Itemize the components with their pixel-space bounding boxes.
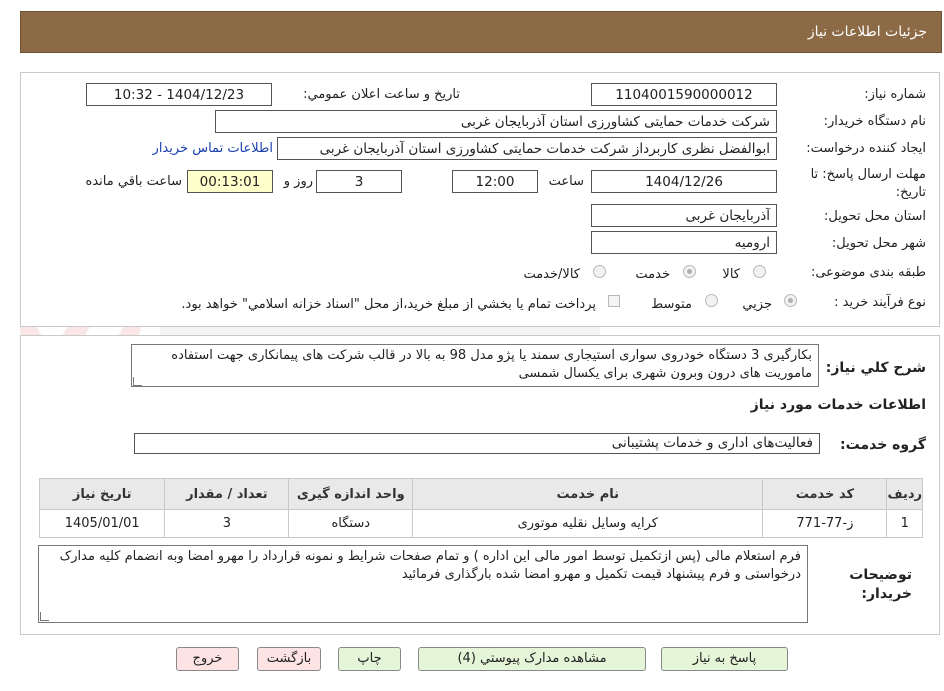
buyer-notes-text: فرم استعلام مالی (پس ازتکمیل توسط امور م… xyxy=(59,549,801,582)
buyer-org-field: شرکت خدمات حمایتی کشاورزی استان آذربایجا… xyxy=(215,110,777,133)
column-header-qty: تعداد / مقدار xyxy=(164,478,290,510)
treasury-payment-note: پرداخت تمام يا بخشي از مبلغ خريد،از محل … xyxy=(181,297,596,312)
category-radio-goods[interactable] xyxy=(753,265,766,278)
cell-unit: دستگاه xyxy=(288,509,414,538)
time-remaining-field: 00:13:01 xyxy=(187,170,273,193)
description-textarea: بکارگیری 3 دستگاه خودروی سواری استیجاری … xyxy=(131,344,819,387)
buyer-org-label: نام دستگاه خريدار: xyxy=(823,114,926,129)
deadline-time-field: 12:00 xyxy=(452,170,538,193)
services-section-title: اطلاعات خدمات مورد نياز xyxy=(750,397,926,413)
column-header-index: رديف xyxy=(886,478,923,510)
treasury-payment-checkbox[interactable] xyxy=(608,295,620,307)
column-header-date: تاريخ نياز xyxy=(38,478,166,510)
province-label: استان محل تحويل: xyxy=(824,209,926,224)
city-label: شهر محل تحويل: xyxy=(831,236,926,251)
process-option-minor: جزيي xyxy=(742,297,772,312)
deadline-time-label: ساعت xyxy=(548,174,584,189)
city-field: ارومیه xyxy=(591,231,777,254)
process-radio-medium[interactable] xyxy=(705,294,718,307)
requester-label: ايجاد کننده درخواست: xyxy=(806,141,926,156)
need-number-field: 1104001590000012 xyxy=(591,83,777,106)
days-label: روز و xyxy=(283,174,313,189)
deadline-date-field: 1404/12/26 xyxy=(591,170,777,193)
buyer-contact-link[interactable]: اطلاعات تماس خريدار xyxy=(153,141,273,156)
description-label: شرح کلي نياز: xyxy=(825,360,926,376)
category-option-service: خدمت xyxy=(635,267,670,282)
category-label: طبقه بندی موضوعی: xyxy=(810,265,926,280)
column-header-unit: واحد اندازه گيری xyxy=(288,478,414,510)
category-option-goods-service: کالا/خدمت xyxy=(523,267,580,282)
page-title: جزئیات اطلاعات نیاز xyxy=(807,24,927,40)
announce-date-label: تاریخ و ساعت اعلان عمومي: xyxy=(303,87,460,102)
announce-date-field: 1404/12/23 - 10:32 xyxy=(86,83,272,106)
table-row: 1 ز-77-771 کرایه وسایل نقلیه موتوری دستگ… xyxy=(38,509,923,538)
exit-button[interactable]: خروج xyxy=(176,647,239,671)
time-remaining-label: ساعت باقي مانده xyxy=(85,174,182,189)
category-radio-service[interactable] xyxy=(683,265,696,278)
respond-button[interactable]: پاسخ به نياز xyxy=(661,647,788,671)
back-button[interactable]: بازگشت xyxy=(257,647,321,671)
cell-code: ز-77-771 xyxy=(762,509,888,538)
buyer-notes-textarea: فرم استعلام مالی (پس ازتکمیل توسط امور م… xyxy=(38,545,808,623)
process-option-medium: متوسط xyxy=(651,297,692,312)
category-option-goods: کالا xyxy=(722,267,740,282)
print-button[interactable]: چاپ xyxy=(338,647,401,671)
buyer-notes-label: توضيحات خريدار: xyxy=(849,567,912,602)
view-attachments-button[interactable]: مشاهده مدارک پيوستي (4) xyxy=(418,647,646,671)
cell-qty: 3 xyxy=(164,509,290,538)
services-table: رديف کد خدمت نام خدمت واحد اندازه گيری ت… xyxy=(38,478,923,538)
cell-index: 1 xyxy=(886,509,923,538)
column-header-code: کد خدمت xyxy=(762,478,888,510)
service-group-field: فعالیت‌های اداری و خدمات پشتیبانی xyxy=(134,433,820,454)
resize-handle-icon[interactable] xyxy=(133,377,142,386)
column-header-name: نام خدمت xyxy=(412,478,764,510)
process-type-label: نوع فرآيند خريد : xyxy=(834,295,926,310)
deadline-label: مهلت ارسال پاسخ: تا تاريخ: xyxy=(810,167,926,200)
service-group-label: گروه خدمت: xyxy=(840,437,926,453)
process-radio-minor[interactable] xyxy=(784,294,797,307)
resize-handle-icon[interactable] xyxy=(40,612,49,621)
cell-date: 1405/01/01 xyxy=(38,509,166,538)
need-number-label: شماره نیاز: xyxy=(864,87,926,102)
description-text: بکارگیری 3 دستگاه خودروی سواری استیجاری … xyxy=(171,348,812,381)
province-field: آذربایجان غربی xyxy=(591,204,777,227)
category-radio-goods-service[interactable] xyxy=(593,265,606,278)
requester-field: ابوالفضل نظری کاربرداز شرکت خدمات حمایتی… xyxy=(277,137,777,160)
cell-name: کرایه وسایل نقلیه موتوری xyxy=(412,509,764,538)
table-header-row: رديف کد خدمت نام خدمت واحد اندازه گيری ت… xyxy=(38,478,923,510)
days-remaining-field: 3 xyxy=(316,170,402,193)
page-header: جزئیات اطلاعات نیاز xyxy=(20,11,942,53)
